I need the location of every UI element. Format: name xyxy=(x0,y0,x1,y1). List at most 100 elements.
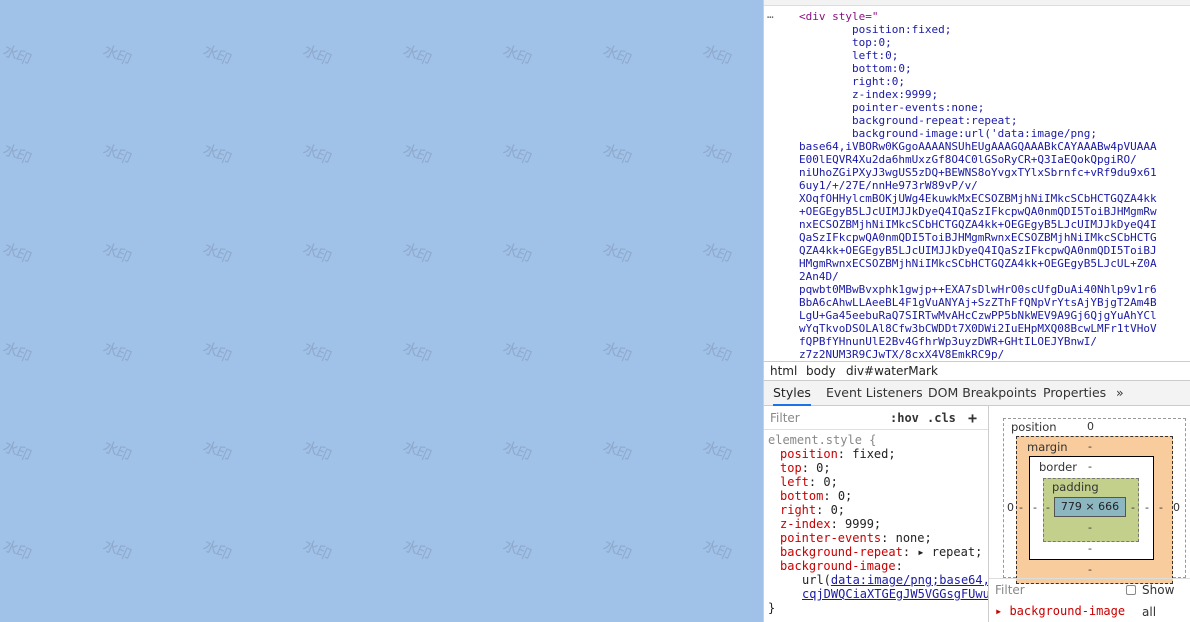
show-all-label[interactable]: Show all xyxy=(1142,579,1190,622)
code-line[interactable]: fQPBfYHnunUlE2Bv4GfhrWp3uyzDWR+GHtILOEJY… xyxy=(799,335,1097,348)
property-value[interactable]: 0; xyxy=(838,489,852,503)
watermark-text: 水印 xyxy=(0,41,34,69)
code-line[interactable]: 2An4D/ xyxy=(799,270,839,283)
tab-styles[interactable]: Styles xyxy=(773,381,811,406)
tab-dom-breakpoints[interactable]: DOM Breakpoints xyxy=(928,381,1037,405)
position-top-value[interactable]: 0 xyxy=(1087,420,1094,433)
box-model-content-size[interactable]: 779 × 666 xyxy=(1054,497,1126,517)
code-line[interactable]: BbA6cAhwLLAeeBL4F1gVuANYAj+SzZThFfQNpVrY… xyxy=(799,296,1157,309)
watermark-text: 水印 xyxy=(0,536,34,564)
url-link-2[interactable]: cqjDWQCiaXTGEgJW5VGGsgFUwu xyxy=(802,587,988,601)
border-bottom-value[interactable]: - xyxy=(1088,542,1092,555)
margin-right-value[interactable]: - xyxy=(1159,501,1163,514)
border-left-value[interactable]: - xyxy=(1033,501,1037,514)
hov-button[interactable]: :hov xyxy=(890,406,919,430)
tab-properties[interactable]: Properties xyxy=(1043,381,1106,405)
url-link-1[interactable]: data:image/png;base64, xyxy=(831,573,988,587)
style-declaration[interactable]: right: 0; xyxy=(780,503,845,517)
property-name[interactable]: pointer-events xyxy=(780,531,881,545)
code-line[interactable]: QZA4kk+OEGEgyB5LJcUIMJJkDyeQ4IQaSzIFkcpw… xyxy=(799,244,1157,257)
show-all-checkbox[interactable] xyxy=(1126,585,1136,595)
code-line[interactable]: XOqfOHHylcmBOKjUWg4EkuwkMxECSOZBMjhNiIMk… xyxy=(799,192,1157,205)
code-line[interactable]: LgU+Ga45eebuRaQ7SIRTwMvAHcCzwPP5bNkWEV9A… xyxy=(799,309,1157,322)
style-declaration[interactable]: background-image: xyxy=(780,559,910,573)
code-line[interactable]: pointer-events:none; xyxy=(799,101,984,114)
padding-right-value[interactable]: - xyxy=(1131,501,1135,514)
code-line[interactable]: 6uy1/+/27E/nnHe973rW89vP/v/ xyxy=(799,179,978,192)
property-value[interactable]: 9999; xyxy=(845,517,881,531)
cls-button[interactable]: .cls xyxy=(927,406,956,430)
position-right-value[interactable]: 0 xyxy=(1173,501,1180,514)
code-line[interactable]: background-repeat:repeat; xyxy=(799,114,1018,127)
property-name[interactable]: position xyxy=(780,447,838,461)
style-declaration[interactable]: pointer-events: none; xyxy=(780,531,932,545)
code-line[interactable]: base64,iVBORw0KGgoAAAANSUhEUgAAAGQAAABkC… xyxy=(799,140,1157,153)
property-value[interactable]: 0; xyxy=(823,475,837,489)
elements-tree[interactable]: … <div style=" position:fixed; top:0; le… xyxy=(764,6,1190,361)
watermark-text: 水印 xyxy=(400,239,434,267)
url-line-1[interactable]: url(data:image/png;base64, xyxy=(802,573,988,587)
watermark-text: 水印 xyxy=(200,536,234,564)
watermark-text: 水印 xyxy=(200,239,234,267)
watermark-text: 水印 xyxy=(300,140,334,168)
margin-top-value[interactable]: - xyxy=(1088,440,1092,453)
property-name[interactable]: z-index xyxy=(780,517,831,531)
watermark-text: 水印 xyxy=(0,140,34,168)
style-declaration[interactable]: top: 0; xyxy=(780,461,831,475)
property-name[interactable]: left xyxy=(780,475,809,489)
element-style-rules[interactable]: element.style { position: fixed; top: 0; l… xyxy=(764,430,988,622)
margin-bottom-value[interactable]: - xyxy=(1088,563,1092,576)
code-line[interactable]: z-index:9999; xyxy=(799,88,938,101)
styles-filter-input[interactable]: Filter xyxy=(770,406,800,430)
property-value[interactable]: none; xyxy=(896,531,932,545)
code-line[interactable]: +OEGEgyB5LJcUIMJJkDyeQ4IQaSzIFkcpwQA0nmQ… xyxy=(799,205,1157,218)
code-line[interactable]: position:fixed; xyxy=(799,23,951,36)
style-declaration[interactable]: z-index: 9999; xyxy=(780,517,881,531)
style-declaration[interactable]: left: 0; xyxy=(780,475,838,489)
property-name[interactable]: background-repeat xyxy=(780,545,903,559)
code-line[interactable]: QaSzIFkcpwQA0nmQDI5ToiBJHMgmRwnxECSOZBMj… xyxy=(799,231,1157,244)
tabs-overflow-icon[interactable]: » xyxy=(1116,381,1124,405)
computed-filter-input[interactable]: Filter xyxy=(995,579,1025,601)
position-left-value[interactable]: 0 xyxy=(1007,501,1014,514)
code-line[interactable]: z7z2NUM3R9CJwTX/8cxX4V8EmkRC9p/ xyxy=(799,348,1004,361)
watermark-text: 水印 xyxy=(0,239,34,267)
padding-bottom-value[interactable]: - xyxy=(1088,521,1092,534)
code-line[interactable]: E00lEQVR4Xu2da6hmUxzGf8O4C0lGSoRyCR+Q3Ia… xyxy=(799,153,1137,166)
property-value[interactable]: 0; xyxy=(831,503,845,517)
code-line[interactable]: right:0; xyxy=(799,75,905,88)
property-value[interactable]: ▸ repeat; xyxy=(917,545,982,559)
style-declaration[interactable]: position: fixed; xyxy=(780,447,896,461)
code-line[interactable]: niUhoZGiPXyJ3wgUS5zDQ+BEWNS8oYvgxTYlxSbr… xyxy=(799,166,1157,179)
property-name[interactable]: top xyxy=(780,461,802,475)
tab-event-listeners[interactable]: Event Listeners xyxy=(826,381,923,405)
watermark-text: 水印 xyxy=(200,41,234,69)
code-line[interactable]: nxECSOZBMjhNiIMkcSCbHCTGQZA4kk+OEGEgyB5L… xyxy=(799,218,1157,231)
watermark-text: 水印 xyxy=(100,338,134,366)
code-line[interactable]: HMgmRwnxECSOZBMjhNiIMkcSCbHCTGQZA4kk+OEG… xyxy=(799,257,1157,270)
code-line[interactable]: top:0; xyxy=(799,36,892,49)
property-name[interactable]: background-image xyxy=(780,559,896,573)
padding-left-value[interactable]: - xyxy=(1046,501,1050,514)
breadcrumb-html[interactable]: html xyxy=(770,362,797,380)
code-line[interactable]: pqwbt0MBwBvxphk1gwjp++EXA7sDlwHrO0scUfgD… xyxy=(799,283,1157,296)
code-line[interactable]: left:0; xyxy=(799,49,898,62)
code-line[interactable]: background-image:url('data:image/png; xyxy=(799,127,1097,140)
breadcrumb-body[interactable]: body xyxy=(806,362,836,380)
code-line[interactable]: <div style=" xyxy=(799,10,878,23)
margin-left-value[interactable]: - xyxy=(1019,501,1023,514)
style-declaration[interactable]: background-repeat: ▸ repeat; xyxy=(780,545,982,559)
style-declaration[interactable]: bottom: 0; xyxy=(780,489,852,503)
property-name[interactable]: right xyxy=(780,503,816,517)
property-name[interactable]: bottom xyxy=(780,489,823,503)
code-line[interactable]: bottom:0; xyxy=(799,62,912,75)
border-top-value[interactable]: - xyxy=(1088,460,1092,473)
new-rule-button[interactable]: + xyxy=(968,406,977,430)
tree-ellipsis[interactable]: … xyxy=(767,8,774,21)
computed-background-image[interactable]: ▸ background-image xyxy=(995,604,1125,618)
code-line[interactable]: wYqTkvoDSOLAl8Cfw3bCWDDt7X0DWi2IuEHpMXQ0… xyxy=(799,322,1157,335)
property-value[interactable]: 0; xyxy=(816,461,830,475)
property-value[interactable]: fixed; xyxy=(852,447,895,461)
border-right-value[interactable]: - xyxy=(1145,501,1149,514)
breadcrumb-div-watermark[interactable]: div#waterMark xyxy=(846,362,938,380)
